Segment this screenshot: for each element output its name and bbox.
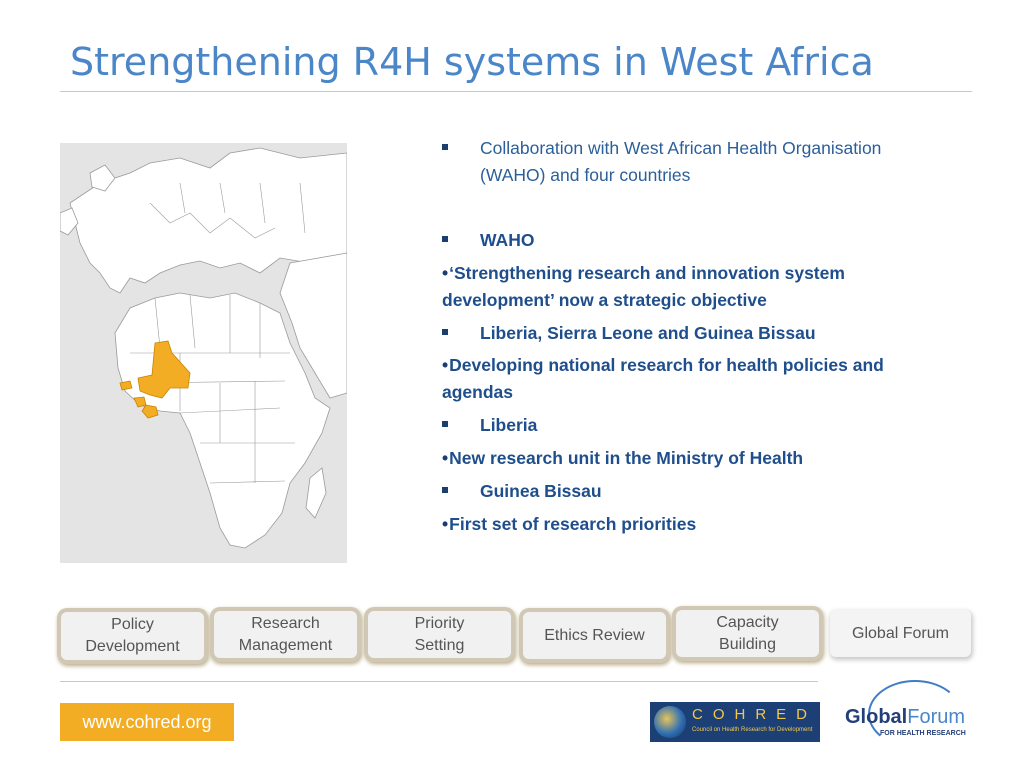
cohred-logo: COHRED Council on Health Research for De… <box>650 702 820 742</box>
bullet-text: ‘Strengthening research and innovation s… <box>442 263 845 310</box>
bullet-item: New research unit in the Ministry of Hea… <box>442 445 922 472</box>
bullet-text: Developing national research for health … <box>442 355 884 402</box>
bullet-item: WAHO <box>442 227 922 254</box>
bullet-item: First set of research priorities <box>442 511 922 538</box>
website-link[interactable]: www.cohred.org <box>60 703 234 741</box>
tab-capacity-building[interactable]: Capacity Building <box>676 610 819 657</box>
bullet-item: Liberia <box>442 412 922 439</box>
square-bullet-icon <box>442 227 450 254</box>
global-forum-logo: GlobalForum FOR HEALTH RESEARCH <box>840 676 975 751</box>
tab-priority-setting[interactable]: Priority Setting <box>368 611 511 658</box>
bullet-item: Developing national research for health … <box>442 352 922 406</box>
footer-divider <box>60 681 818 682</box>
africa-map <box>60 143 347 563</box>
global-forum-wordmark: GlobalForum <box>845 706 966 728</box>
cohred-name: COHRED <box>692 706 818 723</box>
bullet-item: ‘Strengthening research and innovation s… <box>442 260 922 314</box>
bullet-text: Collaboration with West African Health O… <box>480 138 882 185</box>
bullet-item: Liberia, Sierra Leone and Guinea Bissau <box>442 320 922 347</box>
square-bullet-icon <box>442 320 450 347</box>
bullet-item: Guinea Bissau <box>442 478 922 505</box>
bullet-text: Guinea Bissau <box>480 481 602 501</box>
bullet-item: Collaboration with West African Health O… <box>442 135 922 189</box>
slide-title: Strengthening R4H systems in West Africa <box>70 40 874 84</box>
bullet-text: First set of research priorities <box>449 514 697 534</box>
bullet-text: Liberia <box>480 415 538 435</box>
bullet-text: New research unit in the Ministry of Hea… <box>449 448 804 468</box>
tab-research-management[interactable]: Research Management <box>214 611 357 658</box>
bullet-text: WAHO <box>480 230 535 250</box>
tab-ethics-review[interactable]: Ethics Review <box>523 612 666 659</box>
square-bullet-icon <box>442 478 450 505</box>
cohred-subtitle: Council on Health Research for Developme… <box>692 727 813 733</box>
title-divider <box>60 91 972 92</box>
tab-policy-development[interactable]: Policy Development <box>61 612 204 660</box>
square-bullet-icon <box>442 135 450 162</box>
square-bullet-icon <box>442 412 450 439</box>
global-forum-subtitle: FOR HEALTH RESEARCH <box>880 730 966 737</box>
globe-icon <box>654 706 686 738</box>
tab-global-forum[interactable]: Global Forum <box>830 610 971 657</box>
bullet-text: Liberia, Sierra Leone and Guinea Bissau <box>480 323 816 343</box>
